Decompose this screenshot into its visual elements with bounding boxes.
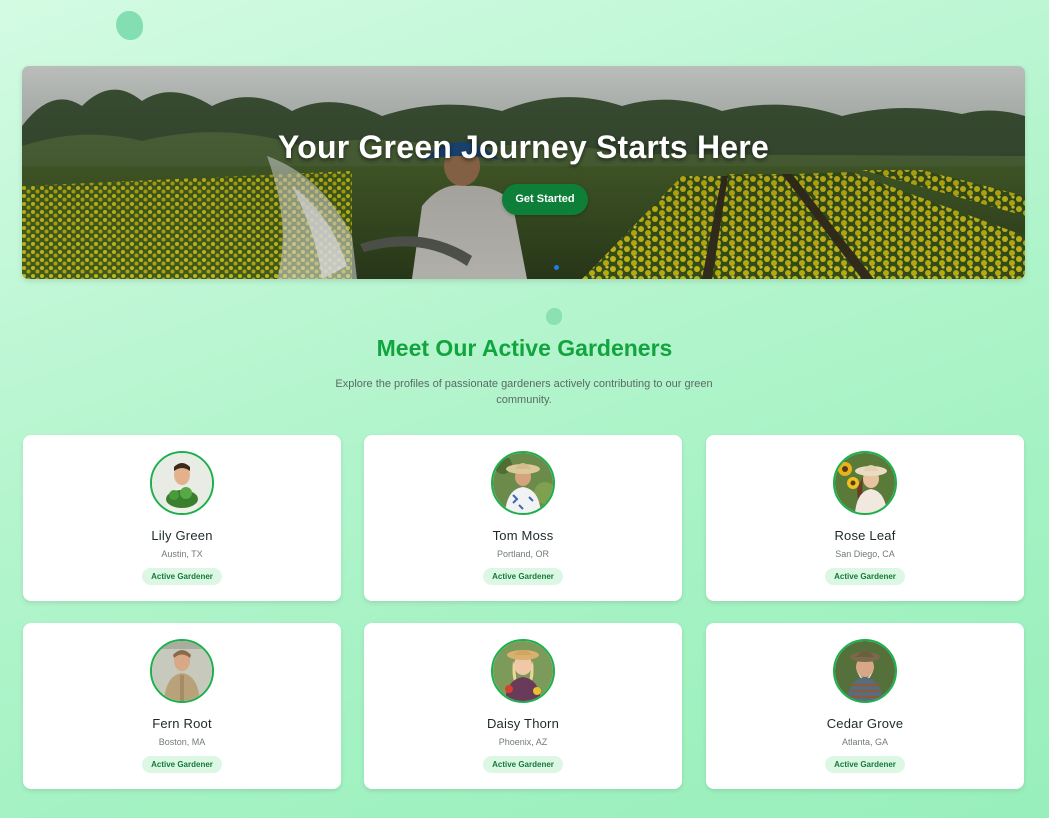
gardener-card[interactable]: Daisy Thorn Phoenix, AZ Active Gardener [364,623,682,789]
avatar [833,639,897,703]
gardener-portrait-icon [835,453,895,513]
gardener-portrait-icon [152,453,212,513]
gardener-location: Portland, OR [496,549,550,559]
decorative-blob [546,308,562,325]
gardener-location: Boston, MA [158,737,206,747]
gardener-location: Atlanta, GA [841,737,889,747]
gardener-name: Tom Moss [492,528,554,543]
gardener-location: San Diego, CA [835,549,895,559]
gardener-card[interactable]: Rose Leaf San Diego, CA Active Gardener [706,435,1024,601]
decorative-blob [116,11,143,40]
gardener-card[interactable]: Cedar Grove Atlanta, GA Active Gardener [706,623,1024,789]
gardener-portrait-icon [493,453,553,513]
gardener-name: Rose Leaf [834,528,896,543]
status-badge: Active Gardener [142,568,222,585]
gardener-portrait-icon [493,641,553,701]
status-badge: Active Gardener [825,568,905,585]
hero-banner: Your Green Journey Starts Here Get Start… [22,66,1025,279]
gardener-name: Lily Green [151,528,213,543]
gardener-name: Daisy Thorn [486,716,560,731]
gardener-portrait-icon [835,641,895,701]
gardener-portrait-icon [152,641,212,701]
avatar [150,639,214,703]
avatar [150,451,214,515]
hero-background-image [22,66,1025,279]
section-title: Meet Our Active Gardeners [376,335,673,361]
status-badge: Active Gardener [483,756,563,773]
gardener-location: Austin, TX [161,549,203,559]
gardener-card[interactable]: Fern Root Boston, MA Active Gardener [23,623,341,789]
section-subtitle: Explore the profiles of passionate garde… [335,378,713,406]
gardener-location: Phoenix, AZ [498,737,548,747]
avatar [491,639,555,703]
hero-title: Your Green Journey Starts Here [278,129,769,165]
gardener-name: Cedar Grove [826,716,904,731]
gardener-card[interactable]: Lily Green Austin, TX Active Gardener [23,435,341,601]
status-badge: Active Gardener [142,756,222,773]
avatar [491,451,555,515]
status-badge: Active Gardener [483,568,563,585]
gardener-card[interactable]: Tom Moss Portland, OR Active Gardener [364,435,682,601]
avatar [833,451,897,515]
status-badge: Active Gardener [825,756,905,773]
gardener-name: Fern Root [152,716,212,731]
get-started-button[interactable]: Get Started [502,184,588,215]
carousel-dot[interactable] [554,265,559,270]
carousel-indicators [554,265,559,270]
